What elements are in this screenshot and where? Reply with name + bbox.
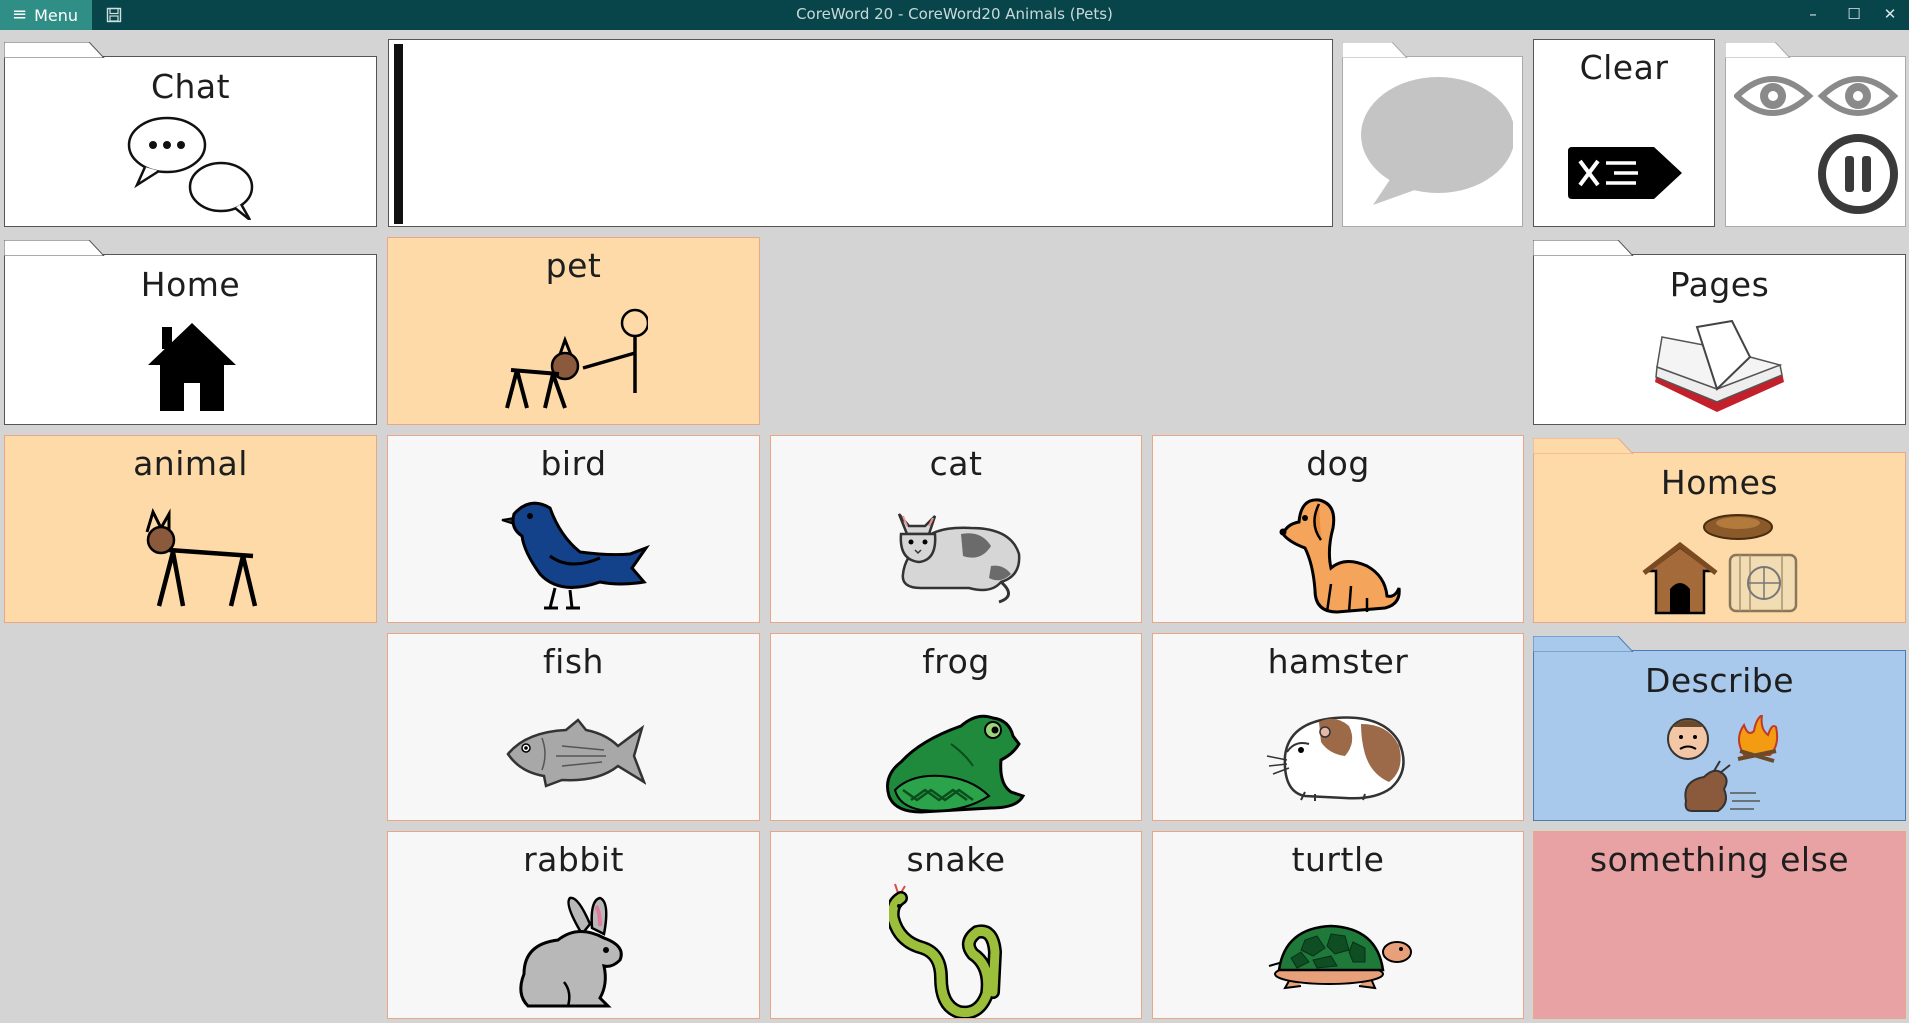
home-label: Home <box>140 265 241 304</box>
folder-tab <box>1533 240 1634 256</box>
minimize-button[interactable]: – <box>1793 0 1833 30</box>
pet-icon <box>505 308 648 409</box>
turtle-button[interactable]: turtle <box>1152 831 1524 1019</box>
folder-tab <box>4 42 105 58</box>
chat-label: Chat <box>150 67 231 106</box>
something-else-label: something else <box>1589 840 1850 879</box>
folder-tab <box>1533 636 1634 652</box>
animal-button[interactable]: animal <box>4 435 377 623</box>
bird-label: bird <box>540 444 607 483</box>
rabbit-button[interactable]: rabbit <box>387 831 760 1019</box>
frog-icon <box>886 714 1026 814</box>
turtle-icon <box>1268 924 1412 990</box>
pause-icon <box>1818 134 1898 214</box>
animal-icon <box>145 507 258 607</box>
snake-button[interactable]: snake <box>770 831 1142 1019</box>
describe-folder-button[interactable]: Describe <box>1533 636 1906 821</box>
rabbit-label: rabbit <box>523 840 624 879</box>
homes-folder-button[interactable]: Homes <box>1533 438 1906 623</box>
cat-label: cat <box>929 444 983 483</box>
hamster-button[interactable]: hamster <box>1152 633 1524 821</box>
fish-label: fish <box>543 642 604 681</box>
turtle-label: turtle <box>1291 840 1385 879</box>
pet-homes-icon <box>1642 514 1798 615</box>
dog-icon <box>1279 498 1401 614</box>
save-icon[interactable] <box>101 3 127 27</box>
rabbit-icon <box>519 896 623 1008</box>
close-button[interactable]: ✕ <box>1870 0 1909 30</box>
homes-label: Homes <box>1660 463 1779 502</box>
text-cursor <box>394 44 403 224</box>
speak-button[interactable] <box>1342 42 1523 227</box>
fish-button[interactable]: fish <box>387 633 760 821</box>
hamster-label: hamster <box>1267 642 1409 681</box>
window-title: CoreWord 20 - CoreWord20 Animals (Pets) <box>796 5 1113 23</box>
folder-tab <box>1342 42 1408 58</box>
clear-button[interactable]: Clear <box>1533 39 1715 227</box>
frog-label: frog <box>922 642 990 681</box>
menu-button[interactable]: ≡ Menu <box>0 0 92 30</box>
cat-icon <box>897 513 1021 604</box>
speech-bubbles-icon <box>127 116 254 220</box>
maximize-button[interactable]: ☐ <box>1834 0 1874 30</box>
pet-button[interactable]: pet <box>387 237 760 425</box>
describe-icon <box>1667 715 1779 812</box>
house-icon <box>148 323 236 411</box>
hamster-icon <box>1266 716 1405 801</box>
chat-folder-button[interactable]: Chat <box>4 42 377 227</box>
bird-icon <box>501 501 650 610</box>
clear-label: Clear <box>1579 48 1669 87</box>
animal-label: animal <box>133 444 248 483</box>
snake-label: snake <box>906 840 1006 879</box>
book-icon <box>1655 319 1784 412</box>
backspace-icon <box>1568 147 1682 199</box>
fish-icon <box>506 718 646 788</box>
folder-tab <box>4 240 105 256</box>
home-folder-button[interactable]: Home <box>4 240 377 425</box>
something-else-button[interactable]: something else <box>1533 831 1906 1019</box>
dog-label: dog <box>1306 444 1370 483</box>
folder-tab <box>1533 438 1634 454</box>
pages-label: Pages <box>1669 265 1770 304</box>
snake-icon <box>889 883 1003 1018</box>
dog-button[interactable]: dog <box>1152 435 1524 623</box>
title-bar: ≡ Menu CoreWord 20 - CoreWord20 Animals … <box>0 0 1909 30</box>
scan-pause-button[interactable] <box>1725 42 1906 227</box>
hamburger-icon: ≡ <box>12 4 28 25</box>
pet-label: pet <box>545 246 602 285</box>
frog-button[interactable]: frog <box>770 633 1142 821</box>
menu-label: Menu <box>34 5 79 25</box>
describe-label: Describe <box>1644 661 1795 700</box>
cat-button[interactable]: cat <box>770 435 1142 623</box>
message-bar[interactable] <box>388 39 1333 227</box>
eyes-icon <box>1734 76 1899 116</box>
speech-bubble-icon <box>1361 77 1513 205</box>
pages-folder-button[interactable]: Pages <box>1533 240 1906 425</box>
folder-tab <box>1725 42 1791 58</box>
bird-button[interactable]: bird <box>387 435 760 623</box>
